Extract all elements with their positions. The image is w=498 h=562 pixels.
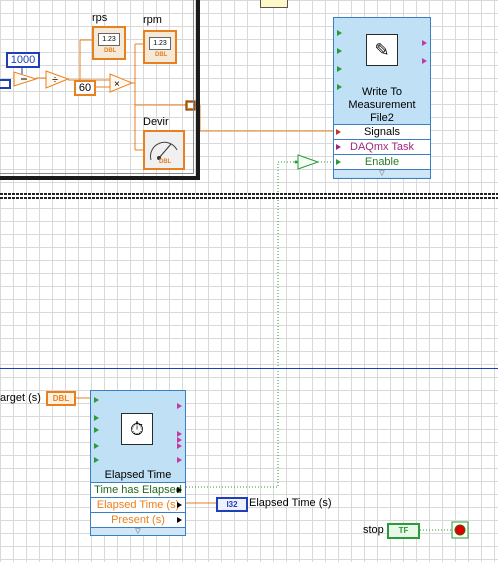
target-dbl-tag: DBL: [52, 394, 70, 403]
write-vi-title: Write To Measurement File2: [348, 86, 416, 124]
daqmx-task-input[interactable]: DAQmx Task: [334, 140, 430, 155]
constant-60[interactable]: 60: [74, 80, 96, 96]
signals-label: Signals: [363, 126, 401, 138]
constant-1000[interactable]: 1000: [6, 52, 40, 68]
rps-indicator[interactable]: 1.23 DBL: [92, 26, 126, 60]
sequence-frame-border: [0, 193, 498, 199]
present-label: Present (s): [111, 514, 165, 526]
time-has-elapsed-output[interactable]: Time has Elapsed: [91, 483, 185, 498]
case-structure-border: [0, 368, 498, 369]
rps-label: rps: [92, 12, 108, 24]
elapsed-i32-tag: I32: [226, 500, 238, 509]
rpm-display: 1.23: [149, 37, 171, 50]
constant-60-value: 60: [78, 82, 92, 94]
signals-input[interactable]: Signals: [334, 125, 430, 140]
resize-grip-icon[interactable]: ▽: [334, 170, 430, 177]
devir-label: Devir: [143, 116, 169, 128]
devir-dbl-tag: DBL: [159, 159, 172, 165]
rps-display-text: 1.23: [102, 36, 116, 43]
rps-display: 1.23: [98, 33, 120, 46]
rpm-display-text: 1.23: [153, 40, 167, 47]
stopwatch-icon: ⏱: [121, 413, 153, 445]
stop-tf-tag: TF: [398, 526, 409, 535]
rpm-label: rpm: [143, 14, 162, 26]
enable-input[interactable]: Enable: [334, 155, 430, 170]
elapsed-vi-title: Elapsed Time: [104, 469, 172, 481]
rpm-indicator[interactable]: 1.23 DBL: [143, 30, 177, 64]
elapsed-indicator-label: Elapsed Time (s): [249, 497, 332, 509]
elapsed-time-output[interactable]: Elapsed Time (s): [91, 498, 185, 513]
target-control[interactable]: DBL: [46, 391, 76, 406]
daqmx-task-label: DAQmx Task: [350, 141, 414, 153]
stop-label: stop: [363, 524, 384, 536]
rpm-dbl-tag: DBL: [155, 52, 168, 58]
elapsed-time-indicator[interactable]: I32: [216, 497, 248, 512]
resize-grip-icon[interactable]: ▽: [91, 528, 185, 535]
present-output[interactable]: Present (s): [91, 513, 185, 528]
elapsed-time-vi[interactable]: ⏱ Elapsed Time Time has Elapsed Elapsed …: [90, 390, 186, 536]
rps-dbl-tag: DBL: [104, 48, 117, 54]
devir-gauge-indicator[interactable]: DBL: [143, 130, 185, 170]
time-has-elapsed-label: Time has Elapsed: [94, 484, 182, 496]
write-to-measurement-file-vi[interactable]: ✎ Write To Measurement File2 Signals DAQ…: [333, 17, 431, 179]
stop-control[interactable]: TF: [387, 523, 420, 539]
small-node-icon[interactable]: [260, 0, 288, 8]
elapsed-time-output-label: Elapsed Time (s): [96, 499, 180, 511]
target-label: arget (s): [0, 392, 41, 404]
loop-condition-stop-icon[interactable]: [452, 522, 468, 538]
constant-1000-value: 1000: [10, 54, 36, 66]
write-file-icon: ✎: [366, 34, 398, 66]
enable-label: Enable: [364, 156, 400, 168]
